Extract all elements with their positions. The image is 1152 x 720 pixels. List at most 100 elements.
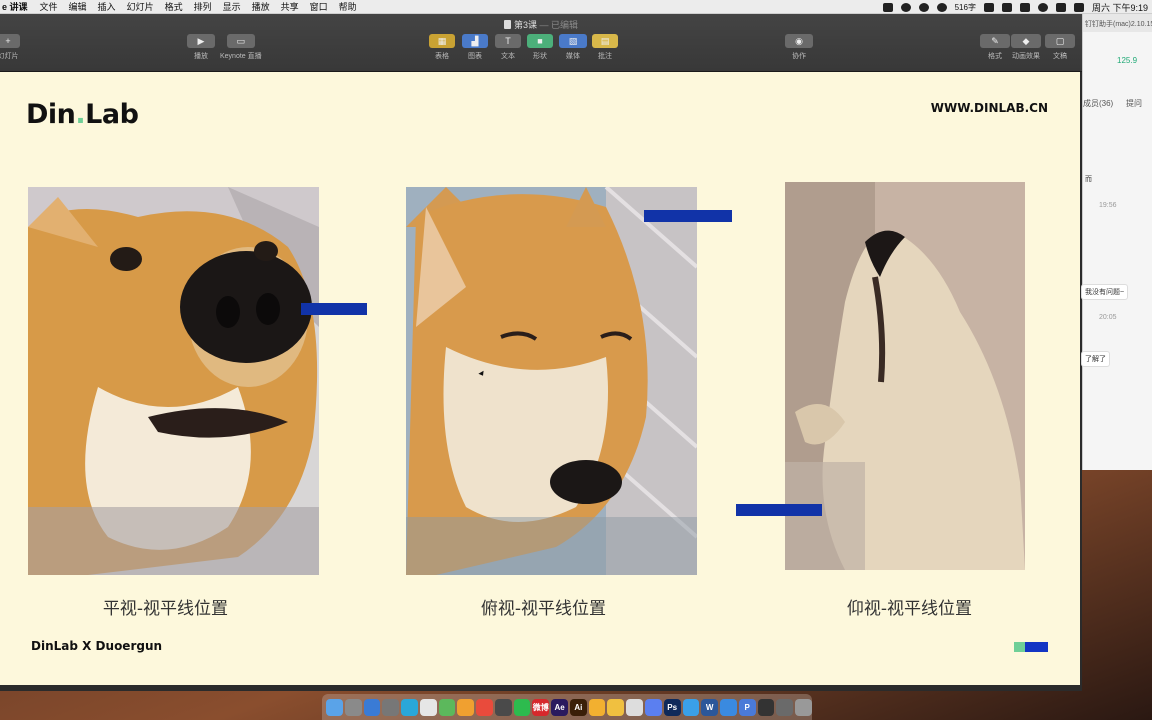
telegram-icon[interactable] xyxy=(401,698,418,716)
menu-view[interactable]: 显示 xyxy=(223,0,241,13)
cloud-icon[interactable] xyxy=(645,698,662,716)
tab-members[interactable]: 成员(36) xyxy=(1083,98,1113,109)
menu-window[interactable]: 窗口 xyxy=(310,0,328,13)
menu-slide[interactable]: 幻灯片 xyxy=(127,0,154,13)
system-prefs-icon[interactable] xyxy=(382,698,400,716)
browser-icon[interactable] xyxy=(682,698,700,716)
footer-blue-block xyxy=(1025,642,1048,652)
app-menu[interactable]: e 讲课 xyxy=(2,0,28,13)
sync-icon[interactable] xyxy=(918,2,929,12)
collaborate-button[interactable]: ◉ 协作 xyxy=(785,34,813,61)
clock[interactable]: 周六 下午9:19 xyxy=(1092,1,1148,14)
finder-icon[interactable] xyxy=(326,698,343,716)
media-icon: ▧ xyxy=(559,34,587,48)
compass-icon[interactable] xyxy=(936,2,947,12)
media-label: 媒体 xyxy=(566,53,580,60)
toolbar: 第3课 — 已编辑 + 幻灯片 ▶ 播放 ▭ Keynote 直播 ▦ 表格 ▟… xyxy=(0,14,1082,72)
diamond-icon: ◆ xyxy=(1011,34,1041,48)
status-icon[interactable] xyxy=(900,2,911,12)
chart-button[interactable]: ▟ 图表 xyxy=(462,34,488,61)
word-count[interactable]: 516字 xyxy=(955,2,976,13)
brush-icon: ✎ xyxy=(980,34,1010,48)
folder-icon[interactable] xyxy=(757,698,775,716)
quicktime-icon[interactable] xyxy=(494,698,512,716)
footer-color-mark xyxy=(1014,642,1048,652)
calendar-tray-icon[interactable] xyxy=(1019,2,1030,12)
keynote-live-label: Keynote 直播 xyxy=(220,53,262,60)
chart-label: 图表 xyxy=(468,53,482,60)
downloads-icon[interactable] xyxy=(776,698,794,716)
text-label: 文本 xyxy=(501,53,515,60)
after-effects-icon[interactable]: Ae xyxy=(551,698,568,716)
doc-status: — 已编辑 xyxy=(539,20,579,30)
menu-arrange[interactable]: 排列 xyxy=(194,0,212,13)
comment-icon: ▤ xyxy=(592,34,618,48)
accent-bar-down xyxy=(644,210,732,222)
tab-questions[interactable]: 提问 xyxy=(1126,98,1142,109)
safari-icon[interactable] xyxy=(363,698,381,716)
launchpad-icon[interactable] xyxy=(344,698,362,716)
photo-looking-down[interactable] xyxy=(406,187,697,575)
chat-window: 钉钉助手(mac)2.10.15 125.9 成员(36) 提问 而 19:56… xyxy=(1081,14,1152,470)
document-button[interactable]: ▢ 文稿 xyxy=(1045,34,1075,61)
volume-icon[interactable] xyxy=(1055,2,1066,12)
sketch-icon[interactable] xyxy=(588,698,606,716)
menu-format[interactable]: 格式 xyxy=(165,0,183,13)
animate-label: 动画效果 xyxy=(1012,53,1040,60)
photo-level-view[interactable] xyxy=(28,187,319,575)
table-icon: ▦ xyxy=(429,34,455,48)
weibo-icon[interactable]: 微博 xyxy=(532,698,550,716)
slide-canvas[interactable]: Din.Lab WWW.DINLAB.CN 平视-视平线位置 俯视-视平线位置 … xyxy=(0,72,1080,685)
accent-bar-up xyxy=(736,504,822,516)
comment-label: 批注 xyxy=(598,53,612,60)
calendar-icon[interactable] xyxy=(419,698,437,716)
play-icon: ▶ xyxy=(187,34,215,48)
photos-icon[interactable] xyxy=(457,698,475,716)
play-button[interactable]: ▶ 播放 xyxy=(187,34,215,61)
record-icon[interactable] xyxy=(1001,2,1012,12)
chat-window-title: 钉钉助手(mac)2.10.15 xyxy=(1083,14,1152,32)
menu-edit[interactable]: 编辑 xyxy=(69,0,87,13)
keynote-live-button[interactable]: ▭ Keynote 直播 xyxy=(220,34,262,61)
menu-share[interactable]: 共享 xyxy=(281,0,299,13)
scheduler-icon[interactable] xyxy=(607,698,625,716)
animate-button[interactable]: ◆ 动画效果 xyxy=(1011,34,1041,61)
photoshop-icon[interactable]: Ps xyxy=(663,698,681,716)
menu-help[interactable]: 帮助 xyxy=(339,0,357,13)
menu-insert[interactable]: 插入 xyxy=(98,0,116,13)
shape-button[interactable]: ■ 形状 xyxy=(527,34,553,61)
comment-button[interactable]: ▤ 批注 xyxy=(592,34,618,61)
caption-level-view: 平视-视平线位置 xyxy=(102,599,229,619)
word-icon[interactable]: W xyxy=(701,698,719,716)
text-icon: T xyxy=(495,34,521,48)
website-text: WWW.DINLAB.CN xyxy=(930,101,1048,115)
dock: 微博 Ae Ai Ps W P xyxy=(322,694,812,720)
wifi-icon[interactable] xyxy=(1037,2,1048,12)
add-slide-label: 幻灯片 xyxy=(0,53,19,60)
play-label: 播放 xyxy=(194,53,208,60)
table-button[interactable]: ▦ 表格 xyxy=(429,34,455,61)
footer-green-block xyxy=(1014,642,1025,652)
caption-looking-up: 仰视-视平线位置 xyxy=(846,599,973,619)
chat-time: 20:05 xyxy=(1099,314,1117,321)
format-button[interactable]: ✎ 格式 xyxy=(980,34,1010,61)
chat-time: 19:56 xyxy=(1099,202,1117,209)
input-method-icon[interactable] xyxy=(1073,2,1084,12)
pages-icon[interactable]: P xyxy=(738,698,756,716)
text-button[interactable]: T 文本 xyxy=(495,34,521,61)
illustrator-icon[interactable]: Ai xyxy=(569,698,587,716)
wechat-icon[interactable] xyxy=(513,698,531,716)
grid-icon[interactable] xyxy=(983,2,994,12)
soccer-icon[interactable] xyxy=(626,698,644,716)
screen-icon[interactable] xyxy=(882,2,893,12)
trash-icon[interactable] xyxy=(795,698,812,716)
keynote-window: 第3课 — 已编辑 + 幻灯片 ▶ 播放 ▭ Keynote 直播 ▦ 表格 ▟… xyxy=(0,14,1082,691)
keynote-icon[interactable] xyxy=(720,698,737,716)
menu-file[interactable]: 文件 xyxy=(40,0,58,13)
chrome-icon[interactable] xyxy=(476,698,493,716)
media-button[interactable]: ▧ 媒体 xyxy=(559,34,587,61)
maps-icon[interactable] xyxy=(438,698,456,716)
menu-play[interactable]: 播放 xyxy=(252,0,270,13)
caption-looking-down: 俯视-视平线位置 xyxy=(480,599,607,619)
add-slide-button[interactable]: + 幻灯片 xyxy=(0,34,20,61)
